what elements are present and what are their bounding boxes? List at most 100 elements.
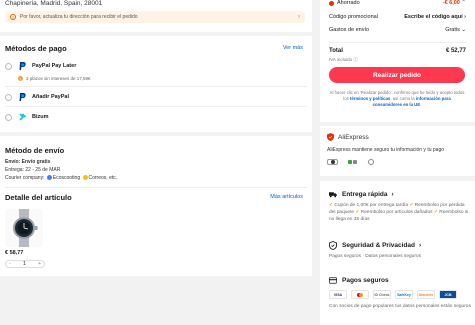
promo-label: Código promocional (329, 14, 378, 20)
shipping-address: Chapinería, Madrid, Spain, 28001 (5, 0, 103, 7)
toggle-icon (327, 159, 338, 165)
bullet-text: Reembolso por artículos dañados (360, 209, 433, 215)
info-icon[interactable]: ⓘ (353, 57, 358, 62)
payment-option-paypal-later[interactable]: PayPal Pay Later (5, 61, 76, 71)
courier-name: Correos (88, 175, 107, 181)
section-label: Entrega rápida (342, 190, 388, 198)
courier-info: Courier company: Ecoscooting Correos, et… (5, 175, 117, 181)
divider (329, 42, 466, 43)
items-title: Detalle del artículo (5, 193, 72, 202)
chevron-right-icon: › (391, 190, 394, 198)
promo-input[interactable]: Escribe el código aquí › (404, 14, 466, 20)
divider (5, 106, 307, 107)
bizum-icon (18, 113, 26, 121)
check-icon: ✓ (329, 203, 334, 208)
order-summary: Ahorrado -€ 6,00 ⌃ Código promocional Es… (320, 0, 475, 122)
bullet-text: Cupón de 1,00€ por entrega tardía (334, 203, 408, 208)
shipping-cost-amount: Gratis (445, 27, 460, 33)
decrease-button[interactable]: - (9, 261, 11, 267)
jcb-logo: JCB (439, 290, 457, 299)
chevron-up-icon[interactable]: ⌃ (461, 0, 466, 6)
see-more-link[interactable]: Ver más (283, 45, 303, 51)
increase-button[interactable]: + (38, 261, 41, 267)
radio-button[interactable] (5, 62, 12, 70)
fast-delivery-bullets: ✓ Cupón de 1,00€ por entrega tardía ✓ Re… (329, 203, 471, 224)
shipping-cost-label: Gastos de envío (329, 27, 370, 33)
more-items-link[interactable]: Más artículos (270, 194, 303, 200)
klarna-dot-icon: • (18, 76, 23, 81)
saved-row: Ahorrado -€ 6,00 ⌃ (329, 0, 466, 6)
courier-name: Ecoscooting (52, 175, 81, 181)
paypal-icon (18, 62, 26, 70)
chevron-right-icon: › (418, 241, 422, 249)
shipping-cost-value[interactable]: Gratis ⌄ (445, 27, 466, 33)
warning-text: Por favor, actualiza tu dirección para r… (20, 14, 138, 20)
legal-notice: Al hacer clic en 'Realizar pedido', conf… (329, 90, 465, 107)
place-order-button[interactable]: Realizar pedido (329, 67, 465, 83)
security-title[interactable]: Seguridad & Privacidad › (329, 240, 422, 250)
radio-button[interactable] (5, 93, 12, 101)
saved-label: Ahorrado (337, 0, 360, 6)
security-badge-icon (347, 159, 358, 165)
payment-option-add-paypal[interactable]: Añadir PayPal (5, 92, 69, 102)
quantity-value[interactable]: 1 (23, 261, 26, 267)
item-price: € 58,77 (5, 250, 24, 256)
safekey-logo: SafeKey (395, 290, 413, 299)
saving-dot-icon (329, 0, 334, 6)
ecoscooting-icon (46, 175, 52, 181)
trust-description: AliExpress mantiene seguro tu informació… (327, 147, 445, 153)
shipping-cost-row: Gastos de envío Gratis ⌄ (329, 27, 466, 33)
product-image[interactable] (5, 209, 43, 247)
secure-payments-text: Con socios de pago populares tus datos p… (329, 304, 471, 309)
shipping-type: Envío: Envío gratis (5, 159, 51, 165)
correos-icon (82, 175, 88, 181)
payment-label: Bizum (32, 114, 49, 120)
check-icon: ✓ (355, 209, 360, 215)
total-label: Total (329, 48, 343, 54)
total-value: € 52,77 (445, 48, 466, 54)
payment-label: PayPal Pay Later (32, 63, 77, 69)
discover-logo: Discover (417, 290, 435, 299)
delivery-date: Entrega: 22 - 25 de MAR (5, 167, 61, 173)
installment-text: 3 plazos sin intereses de 17,59€ (26, 76, 91, 81)
legal-text: . (420, 101, 422, 107)
chevron-right-icon: › (464, 14, 466, 20)
courier-prefix: Courier company: (5, 175, 45, 181)
brand-name: AliExpress (338, 133, 369, 141)
divider (5, 86, 307, 87)
aliexpress-brand: AliExpress (327, 133, 369, 141)
vat-note[interactable]: IVA incluido ⓘ (329, 57, 358, 63)
vat-text: IVA incluido (329, 57, 353, 62)
section-label: Seguridad & Privacidad (342, 241, 415, 249)
service-info: Entrega rápida › ✓ Cupón de 1,00€ por en… (320, 181, 475, 325)
saved-value: -€ 6,00 ⌃ (443, 0, 466, 6)
payment-section: Métodos de pago Ver más PayPal Pay Later… (0, 36, 312, 132)
info-icon: ! (10, 14, 16, 20)
divider (5, 187, 307, 188)
promo-row[interactable]: Código promocional Escribe el código aqu… (329, 14, 466, 20)
id-check-logo: ID Check (373, 290, 391, 299)
check-icon: ✓ (433, 209, 438, 215)
radio-button[interactable] (5, 113, 12, 121)
shield-check-icon (329, 240, 337, 250)
visa-logo: VISA (329, 290, 347, 299)
terms-link[interactable]: términos y políticas (350, 96, 390, 101)
payment-logos: VISA ID Check SafeKey Discover JCB (329, 290, 457, 299)
total-row: Total € 52,77 (329, 48, 466, 54)
chevron-right-icon: › (298, 14, 300, 20)
shipping-title: Método de envío (5, 146, 65, 155)
security-text: Pagos seguros · Datos personales seguros (329, 254, 421, 259)
quantity-stepper[interactable]: - 1 + (5, 260, 45, 268)
verified-badge-icon (367, 159, 375, 165)
shipping-section: Método de envío Envío: Envío gratis Entr… (0, 136, 312, 276)
installment-note: • 3 plazos sin intereses de 17,59€ (18, 76, 91, 81)
promo-placeholder: Escribe el código aquí (404, 14, 463, 20)
shield-icon (327, 133, 334, 141)
secure-payments-title: Pagos seguros (329, 276, 389, 284)
address-warning[interactable]: ! Por favor, actualiza tu dirección para… (5, 11, 305, 23)
fast-delivery-title[interactable]: Entrega rápida › (329, 190, 394, 198)
payment-option-bizum[interactable]: Bizum (5, 112, 49, 122)
trust-icons (327, 159, 375, 165)
payment-title: Métodos de pago (5, 44, 67, 53)
legal-text: , así como la (390, 95, 415, 101)
